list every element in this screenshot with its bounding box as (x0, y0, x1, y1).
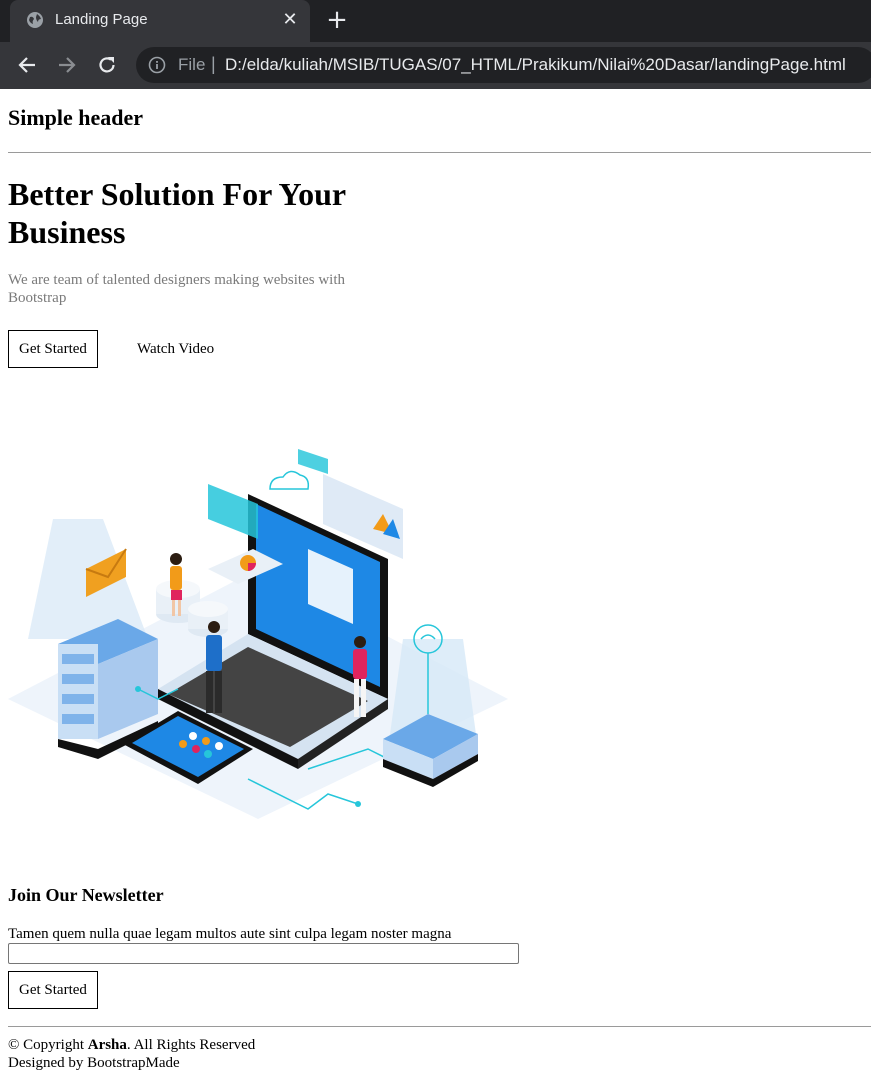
address-bar[interactable]: File | D:/elda/kuliah/MSIB/TUGAS/07_HTML… (136, 47, 871, 83)
footer-divider (8, 1026, 871, 1027)
url-scheme: File (178, 55, 206, 74)
footer-credits: Designed by BootstrapMade (8, 1055, 180, 1071)
browser-chrome: Landing Page ✕ + File | D:/elda/kuliah/M… (0, 0, 871, 89)
browser-toolbar: File | D:/elda/kuliah/MSIB/TUGAS/07_HTML… (0, 42, 871, 89)
hero-subtitle: We are team of talented designers making… (8, 272, 346, 306)
site-header-title: Simple header (8, 105, 144, 130)
copyright-prefix: © Copyright (8, 1037, 88, 1053)
tab-strip: Landing Page ✕ + (0, 0, 871, 42)
url-separator: | (211, 54, 216, 74)
new-tab-icon[interactable]: + (325, 7, 349, 33)
hero-illustration (8, 449, 508, 819)
newsletter-text: Tamen quem nulla quae legam multos aute … (8, 926, 452, 942)
close-tab-icon[interactable]: ✕ (280, 10, 300, 30)
newsletter-submit-button[interactable]: Get Started (8, 971, 98, 1009)
browser-tab[interactable]: Landing Page ✕ (10, 0, 310, 42)
get-started-button[interactable]: Get Started (8, 330, 98, 368)
url-text[interactable]: D:/elda/kuliah/MSIB/TUGAS/07_HTML/Prakik… (225, 55, 846, 75)
globe-icon (27, 12, 43, 28)
newsletter-title: Join Our Newsletter (8, 885, 164, 905)
header-divider (8, 152, 871, 153)
reload-icon[interactable] (96, 54, 118, 76)
hero-title: Better Solution For Your Business (8, 176, 346, 250)
back-arrow-icon[interactable] (16, 54, 38, 76)
watch-video-link[interactable]: Watch Video (137, 341, 214, 358)
page-content: Simple header Better Solution For Your B… (0, 89, 871, 1078)
info-icon[interactable] (148, 56, 166, 74)
footer-copyright: © Copyright Arsha. All Rights Reserved (8, 1036, 255, 1054)
tab-title: Landing Page (55, 11, 148, 28)
copyright-suffix: . All Rights Reserved (126, 1037, 256, 1053)
footer-brand: Arsha (87, 1037, 127, 1053)
forward-arrow-icon[interactable] (56, 54, 78, 76)
newsletter-email-input[interactable] (8, 943, 519, 964)
